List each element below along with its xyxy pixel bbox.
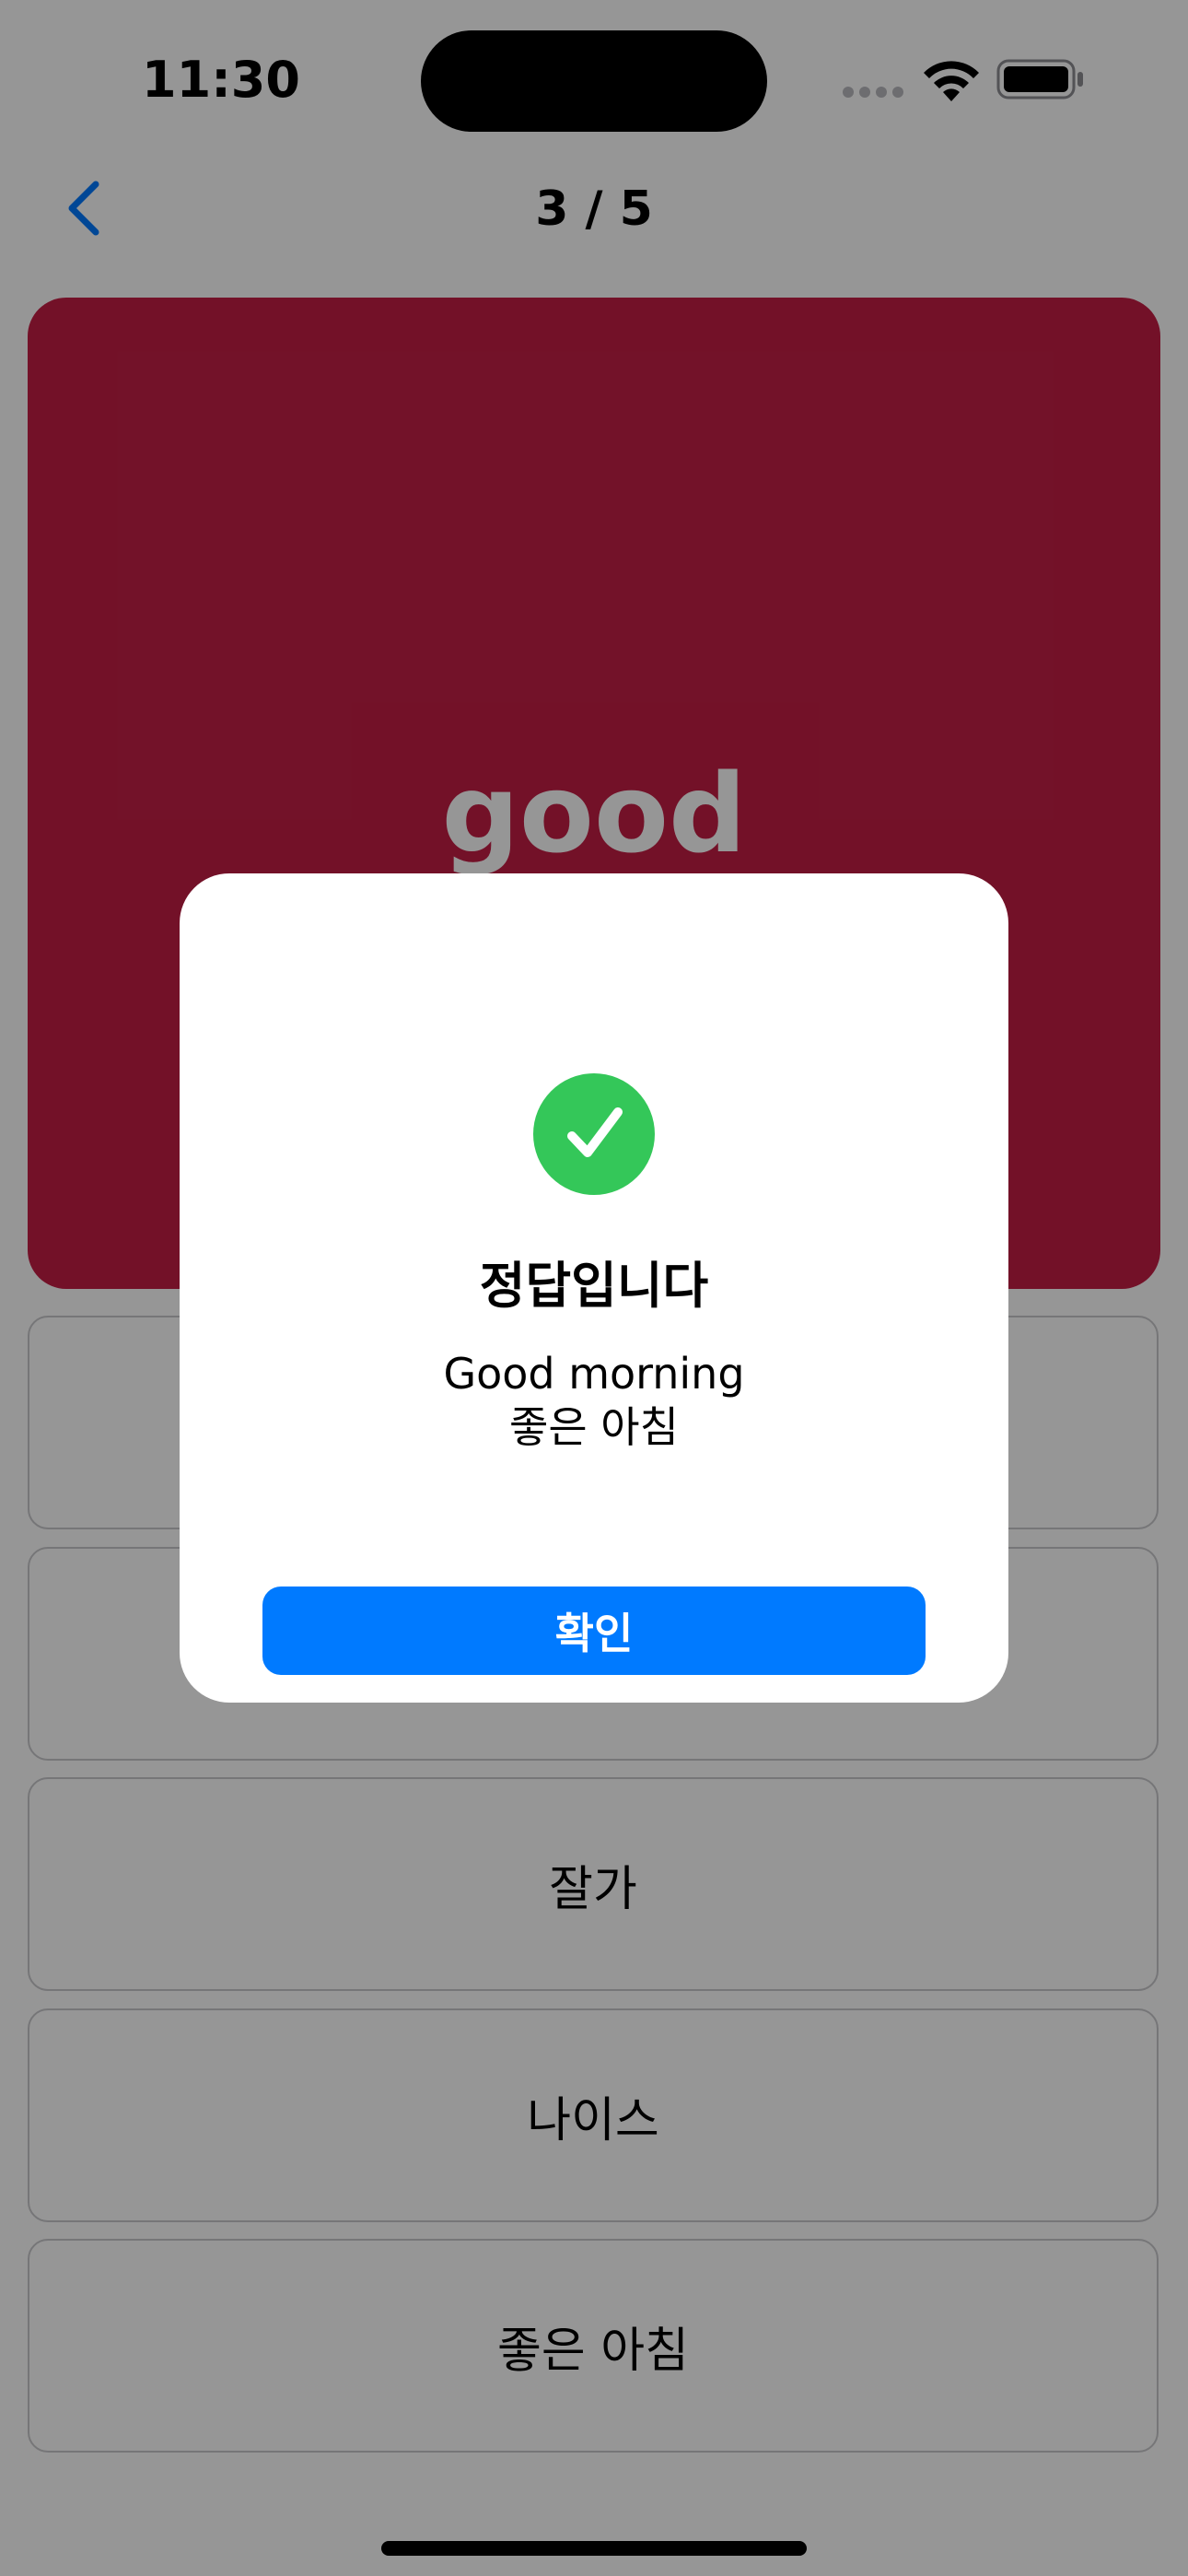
answer-english: Good morning xyxy=(443,1349,745,1399)
result-title: 정답입니다 xyxy=(479,1257,709,1315)
confirm-button[interactable]: 확인 xyxy=(262,1587,926,1675)
quiz-screen: 11:30 3 / 5 good 잘가 나이스 좋은 아침 정답입니다 Good… xyxy=(0,0,1188,2576)
answer-korean: 좋은 아침 xyxy=(509,1402,679,1452)
result-dialog: 정답입니다 Good morning 좋은 아침 확인 xyxy=(180,873,1008,1703)
checkmark-icon xyxy=(533,1073,655,1195)
